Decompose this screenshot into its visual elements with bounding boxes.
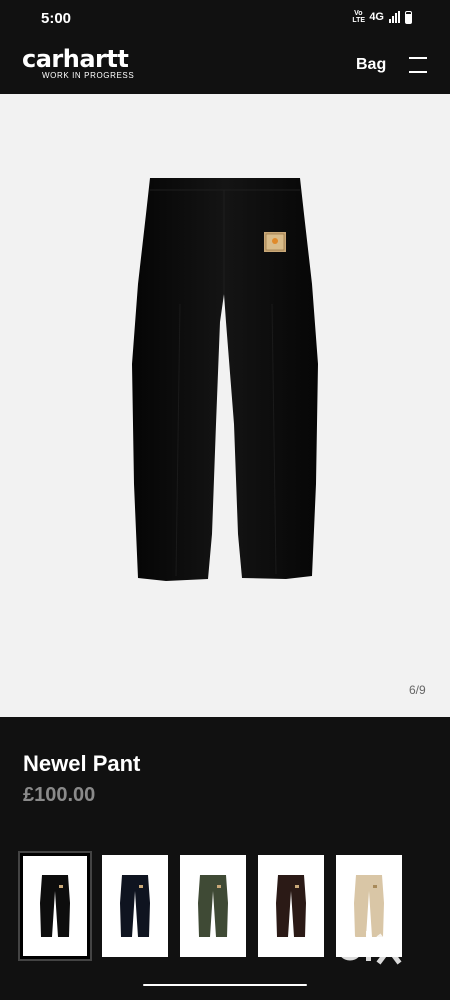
product-image-gallery[interactable]: 6/9 bbox=[0, 94, 450, 717]
battery-icon bbox=[405, 10, 412, 24]
product-price: £100.00 bbox=[23, 784, 96, 806]
thumbnail-pants-image bbox=[120, 875, 150, 937]
signal-icon bbox=[389, 11, 400, 23]
bag-link[interactable]: Bag bbox=[356, 56, 386, 74]
carhartt-logo[interactable]: carhartt WORK IN PROGRESS bbox=[22, 45, 134, 80]
hamburger-menu-icon[interactable] bbox=[409, 57, 427, 73]
volte-indicator: Vo LTE bbox=[352, 10, 366, 24]
product-name: Newel Pant bbox=[23, 751, 141, 776]
thumbnail-black[interactable] bbox=[18, 851, 92, 961]
network-type: 4G bbox=[369, 11, 384, 23]
image-counter: 6/9 bbox=[409, 683, 426, 697]
thumbnail-green[interactable] bbox=[178, 853, 248, 959]
pants-silhouette bbox=[132, 178, 318, 581]
thumbnail-brown[interactable] bbox=[256, 853, 326, 959]
site-header: carhartt WORK IN PROGRESS Bag bbox=[0, 36, 450, 94]
status-time: 5:00 bbox=[41, 10, 72, 27]
thumbnail-pants-image bbox=[198, 875, 228, 937]
olx-watermark bbox=[337, 931, 402, 965]
thumbnail-pants-image bbox=[40, 875, 70, 937]
pants-back-image bbox=[132, 178, 318, 581]
thumbnail-pants-image bbox=[276, 875, 306, 937]
home-indicator[interactable] bbox=[143, 984, 307, 986]
thumbnail-navy[interactable] bbox=[100, 853, 170, 959]
status-icons: Vo LTE 4G bbox=[352, 10, 412, 24]
logo-wordmark: carhartt bbox=[22, 45, 129, 73]
carhartt-patch bbox=[264, 232, 286, 252]
status-bar: 5:00 Vo LTE 4G bbox=[0, 0, 450, 36]
